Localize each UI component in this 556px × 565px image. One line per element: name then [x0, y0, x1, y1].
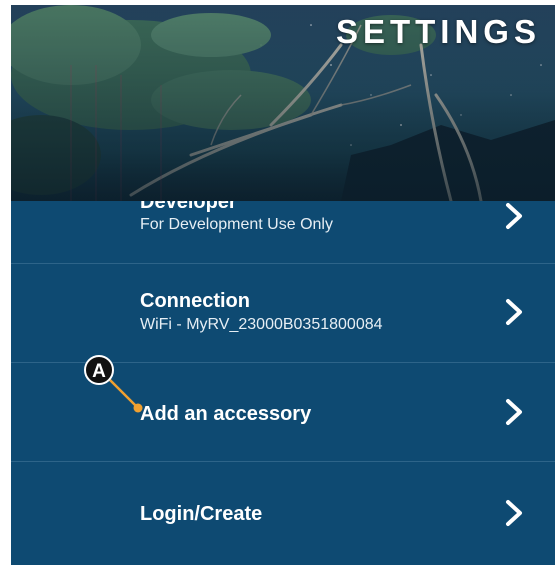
- chevron-right-icon: [506, 299, 522, 325]
- header-banner: SETTINGS: [11, 5, 555, 201]
- settings-item-connection[interactable]: Connection WiFi - MyRV_23000B0351800084: [11, 264, 555, 363]
- chevron-right-icon: [506, 203, 522, 229]
- settings-screen: Developer For Development Use Only Conne…: [11, 5, 555, 565]
- login-title: Login/Create: [140, 503, 263, 525]
- chevron-right-icon: [506, 500, 522, 526]
- annotation-badge: A: [84, 355, 114, 385]
- developer-subtitle: For Development Use Only: [140, 216, 333, 233]
- page-title: SETTINGS: [335, 13, 541, 50]
- connection-subtitle: WiFi - MyRV_23000B0351800084: [140, 316, 383, 333]
- connection-title: Connection: [140, 290, 250, 312]
- settings-item-login[interactable]: Login/Create: [11, 462, 555, 561]
- add-accessory-title: Add an accessory: [140, 403, 312, 425]
- chevron-right-icon: [506, 399, 522, 425]
